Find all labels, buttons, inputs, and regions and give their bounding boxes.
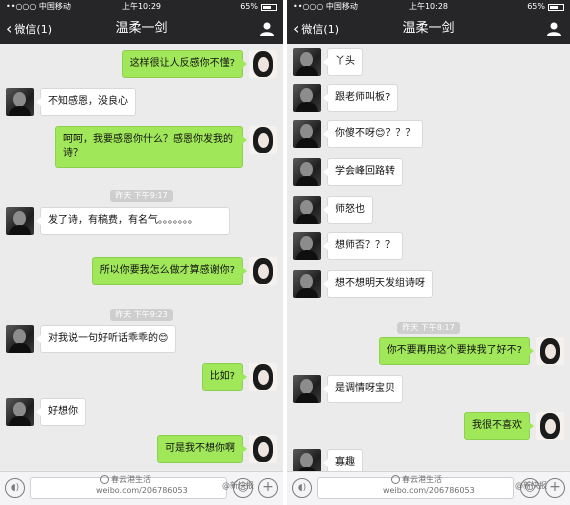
message-bubble[interactable]: 你不要再用这个要挟我了好不? xyxy=(378,337,535,365)
avatar[interactable] xyxy=(249,435,277,463)
timestamp: 昨天 下午9:23 xyxy=(0,302,283,321)
message-incoming: 丫头 xyxy=(293,48,363,76)
voice-icon[interactable]: ◖) xyxy=(5,478,25,498)
watermark-line2: weibo.com/206786053 xyxy=(383,486,475,495)
message-bubble[interactable]: 比如? xyxy=(201,363,248,391)
nav-bar: ‹ 微信(1) 温柔一剑 xyxy=(0,14,283,44)
message-bubble[interactable]: 学会峰回路转 xyxy=(323,158,403,186)
watermark-line2: weibo.com/2067860​53 xyxy=(96,486,188,495)
plus-icon[interactable]: + xyxy=(258,478,278,498)
weibo-icon xyxy=(100,475,109,484)
message-incoming: 想不想明天发组诗呀 xyxy=(293,270,433,298)
battery-percent: 65% xyxy=(527,2,545,11)
message-bubble[interactable]: 想不想明天发组诗呀 xyxy=(323,270,433,298)
battery-indicator: 65% xyxy=(527,0,564,14)
message-bubble[interactable]: 对我说一句好听话乖乖的😊 xyxy=(35,325,177,353)
avatar[interactable] xyxy=(293,120,321,148)
chat-title: 温柔一剑 xyxy=(115,21,168,36)
message-incoming: 不知感恩，没良心 xyxy=(6,88,136,116)
message-bubble[interactable]: 我很不喜欢 xyxy=(464,412,534,440)
profile-icon[interactable] xyxy=(259,21,275,37)
battery-percent: 65% xyxy=(240,2,258,11)
timestamp: 昨天 下午8:17 xyxy=(287,315,570,334)
input-bar: ◖) ☺ + 春云港生活 weibo.com/2067860​53 @新快报 xyxy=(0,471,283,505)
avatar[interactable] xyxy=(249,363,277,391)
battery-icon xyxy=(548,3,564,11)
avatar[interactable] xyxy=(6,325,34,353)
input-bar: ◖) ☺ + 春云港生活 weibo.com/206786053 @新快报 xyxy=(287,471,570,505)
message-bubble[interactable]: 呵呵，我要感恩你什么？感恩你发我的诗？ xyxy=(55,126,247,168)
message-outgoing: 你不要再用这个要挟我了好不? xyxy=(378,337,564,365)
message-incoming: 跟老师叫板? xyxy=(293,84,399,112)
chat-screen-left: ••○○○ 中国移动 上午10:29 65% ‹ 微信(1) 温柔一剑 这样很让… xyxy=(0,0,283,505)
message-list[interactable]: 这样很让人反感你不懂? 不知感恩，没良心 呵呵，我要感恩你什么？感恩你发我的诗？… xyxy=(0,44,283,471)
chat-screen-right: ••○○○ 中国移动 上午10:28 65% ‹ 微信(1) 温柔一剑 丫头 跟… xyxy=(287,0,570,505)
avatar[interactable] xyxy=(249,257,277,285)
message-bubble[interactable]: 是调情呀宝贝 xyxy=(323,375,403,403)
chat-title: 温柔一剑 xyxy=(402,21,455,36)
message-incoming: 发了诗，有稿费，有名气。。。。。。。 xyxy=(6,207,230,235)
avatar[interactable] xyxy=(293,158,321,186)
message-bubble[interactable]: 这样很让人反感你不懂? xyxy=(121,50,248,78)
message-bubble[interactable]: 发了诗，有稿费，有名气。。。。。。。 xyxy=(36,207,230,235)
weibo-icon xyxy=(391,475,400,484)
avatar[interactable] xyxy=(293,232,321,260)
message-outgoing: 这样很让人反感你不懂? xyxy=(121,50,277,78)
avatar[interactable] xyxy=(293,196,321,224)
message-bubble[interactable]: 跟老师叫板? xyxy=(322,84,399,112)
watermark-line1: 春云港生活 xyxy=(100,475,151,485)
message-outgoing: 可是我不想你啊 xyxy=(157,435,277,463)
message-bubble[interactable]: 好想你 xyxy=(36,398,86,426)
watermark-brand: @新快报 xyxy=(515,481,547,490)
status-bar: ••○○○ 中国移动 上午10:29 65% xyxy=(0,0,283,14)
message-bubble[interactable]: 丫头 xyxy=(323,48,363,76)
avatar[interactable] xyxy=(293,48,321,76)
message-incoming: 好想你 xyxy=(6,398,86,426)
message-incoming: 学会峰回路转 xyxy=(293,158,403,186)
message-incoming: 想师否？？？ xyxy=(293,232,403,260)
timestamp: 昨天 下午9:17 xyxy=(0,183,283,202)
message-incoming: 对我说一句好听话乖乖的😊 xyxy=(6,325,177,353)
avatar[interactable] xyxy=(249,126,277,154)
battery-icon xyxy=(261,3,277,11)
message-incoming: 你傻不呀😊？？？ xyxy=(293,120,424,148)
status-bar: ••○○○ 中国移动 上午10:28 65% xyxy=(287,0,570,14)
avatar[interactable] xyxy=(536,412,564,440)
message-incoming: 师怒也 xyxy=(293,196,373,224)
avatar[interactable] xyxy=(6,88,34,116)
avatar[interactable] xyxy=(536,337,564,365)
voice-icon[interactable]: ◖) xyxy=(292,478,312,498)
watermark-line1: 春云港生活 xyxy=(391,475,442,485)
battery-indicator: 65% xyxy=(240,0,277,14)
message-outgoing: 比如? xyxy=(201,363,277,391)
message-bubble[interactable]: 想师否？？？ xyxy=(323,232,403,260)
nav-bar: ‹ 微信(1) 温柔一剑 xyxy=(287,14,570,44)
message-bubble[interactable]: 所以你要我怎么做才算感谢你? xyxy=(91,257,248,285)
avatar[interactable] xyxy=(293,84,321,112)
plus-icon[interactable]: + xyxy=(545,478,565,498)
avatar[interactable] xyxy=(6,207,34,235)
message-outgoing: 呵呵，我要感恩你什么？感恩你发我的诗？ xyxy=(55,126,277,168)
message-bubble[interactable]: 你傻不呀😊？？？ xyxy=(322,120,424,148)
avatar[interactable] xyxy=(293,375,321,403)
message-bubble[interactable]: 不知感恩，没良心 xyxy=(36,88,136,116)
message-list[interactable]: 丫头 跟老师叫板? 你傻不呀😊？？？ 学会峰回路转 师怒也 想师否？？？ 想不想… xyxy=(287,44,570,477)
avatar[interactable] xyxy=(293,270,321,298)
message-bubble[interactable]: 可是我不想你啊 xyxy=(157,435,247,463)
profile-icon[interactable] xyxy=(546,21,562,37)
avatar[interactable] xyxy=(249,50,277,78)
avatar[interactable] xyxy=(6,398,34,426)
message-incoming: 是调情呀宝贝 xyxy=(293,375,403,403)
watermark-brand: @新快报 xyxy=(222,481,254,490)
message-outgoing: 我很不喜欢 xyxy=(464,412,564,440)
message-outgoing: 所以你要我怎么做才算感谢你? xyxy=(91,257,277,285)
message-bubble[interactable]: 师怒也 xyxy=(323,196,373,224)
